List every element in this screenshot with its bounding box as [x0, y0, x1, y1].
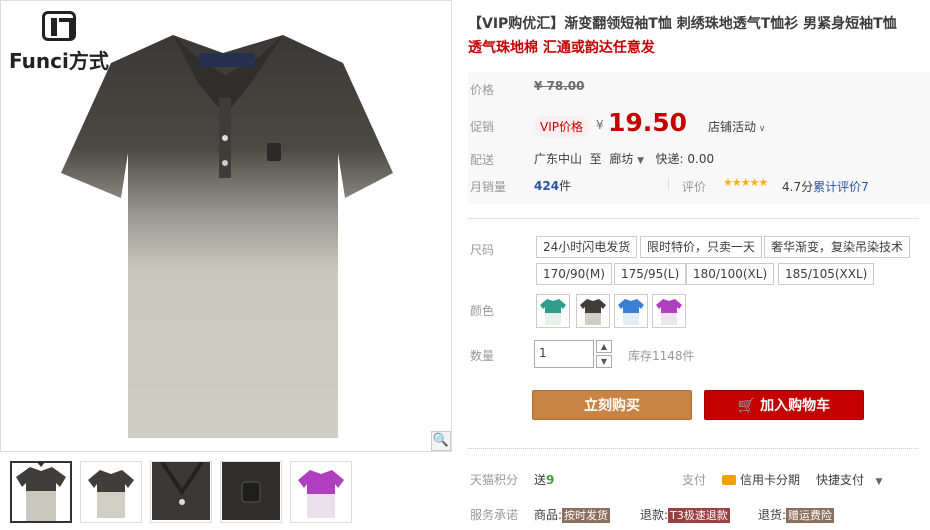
color-swatch-purple[interactable]: [652, 294, 686, 328]
color-label: 颜色: [470, 304, 495, 318]
promo-label: 促销: [470, 120, 495, 134]
cart-icon: 🛒: [737, 398, 756, 414]
thumbnail-3[interactable]: [150, 461, 212, 523]
product-title: 【VIP购优汇】渐变翻领短袖T恤 刺绣珠地透气T恤衫 男紧身短袖T恤 透气珠地棉…: [468, 12, 918, 60]
caret-down-icon: ▼: [875, 477, 883, 487]
points-value: 送9: [534, 473, 555, 487]
credit-card-icon: [722, 475, 736, 485]
caret-down-icon: ▼: [637, 156, 645, 166]
star-rating-icon: ★★★★★: [723, 176, 768, 189]
thumbnail-1[interactable]: [10, 461, 72, 523]
size-option-m[interactable]: 170/90(M): [536, 263, 612, 285]
product-title-text: 【VIP购优汇】渐变翻领短袖T恤 刺绣珠地透气T恤衫 男紧身短袖T恤: [468, 16, 897, 32]
deliver-label: 配送: [470, 153, 495, 167]
quantity-decrease-button[interactable]: ▼: [596, 355, 612, 368]
thumbnail-5[interactable]: [290, 461, 352, 523]
thumbnail-4[interactable]: [220, 461, 282, 523]
section-divider: [468, 218, 918, 219]
price-box: 价格 ¥ 78.00 促销 VIP价格 ¥ 19.50 店铺活动 ∨ 配送 广东…: [468, 72, 930, 204]
service-refund[interactable]: 退款: T3极速退款: [640, 506, 730, 523]
thumbnail-strip: [10, 461, 352, 523]
deliver-from: 广东中山: [534, 152, 583, 166]
deliver-to-select[interactable]: 廊坊 ▼: [609, 152, 644, 166]
main-product-image[interactable]: Funci方式 🔍: [0, 0, 452, 452]
points-label: 天猫积分: [470, 473, 519, 487]
size-label: 尺码: [470, 243, 495, 257]
polo-shirt-image: [61, 35, 393, 438]
quantity-increase-button[interactable]: ▲: [596, 340, 612, 353]
size-tag-1[interactable]: 24小时闪电发货: [536, 236, 638, 258]
buy-now-button[interactable]: 立刻购买: [532, 390, 692, 420]
size-option-xxl[interactable]: 185/105(XXL): [778, 263, 875, 285]
rating-info[interactable]: 4.7分累计评价7: [782, 178, 869, 195]
service-goods[interactable]: 商品: 按时发货: [534, 506, 611, 523]
stock-count: 库存1148件: [628, 349, 695, 363]
monthly-sales: 424件: [534, 179, 572, 193]
quantity-input[interactable]: 1: [534, 340, 594, 368]
chevron-down-icon: ∨: [756, 124, 766, 134]
size-option-xl[interactable]: 180/100(XL): [686, 263, 775, 285]
zoom-icon[interactable]: 🔍: [431, 431, 451, 451]
service-return[interactable]: 退货: 赠运费险: [758, 506, 835, 523]
current-price: 19.50: [608, 108, 688, 137]
quantity-label: 数量: [470, 349, 495, 363]
delivery-info: 广东中山 至 廊坊 ▼ 快递: 0.00: [534, 150, 714, 167]
vip-price-badge: VIP价格: [534, 116, 589, 137]
size-tag-2[interactable]: 限时特价，只卖一天: [640, 236, 763, 258]
monthly-sales-label: 月销量: [470, 180, 507, 194]
currency-symbol: ¥: [596, 118, 604, 132]
rating-label: 评价: [682, 180, 707, 194]
deliver-to-label: 至: [589, 152, 602, 166]
thumbnail-2[interactable]: [80, 461, 142, 523]
color-swatch-dark-grey[interactable]: [576, 294, 610, 328]
divider: [668, 178, 669, 190]
shop-activity-dropdown[interactable]: 店铺活动 ∨: [708, 118, 765, 135]
color-swatch-teal[interactable]: [536, 294, 570, 328]
express-pay-dropdown[interactable]: 快捷支付 ▼: [816, 471, 882, 488]
size-option-l[interactable]: 175/95(L): [614, 263, 687, 285]
section-divider: [468, 448, 918, 449]
color-swatch-blue[interactable]: [614, 294, 648, 328]
pay-label: 支付: [682, 473, 707, 487]
original-price: ¥ 78.00: [534, 79, 585, 93]
service-promise-label: 服务承诺: [470, 508, 519, 522]
product-subtitle: 透气珠地棉 汇通或韵达任意发: [468, 40, 655, 56]
add-to-cart-button[interactable]: 🛒 加入购物车: [704, 390, 864, 420]
shipping-fee: 快递: 0.00: [655, 152, 715, 166]
credit-installment[interactable]: 信用卡分期: [722, 471, 800, 488]
price-label: 价格: [470, 83, 495, 97]
size-tag-3[interactable]: 奢华渐变，复染吊染技术: [764, 236, 911, 258]
